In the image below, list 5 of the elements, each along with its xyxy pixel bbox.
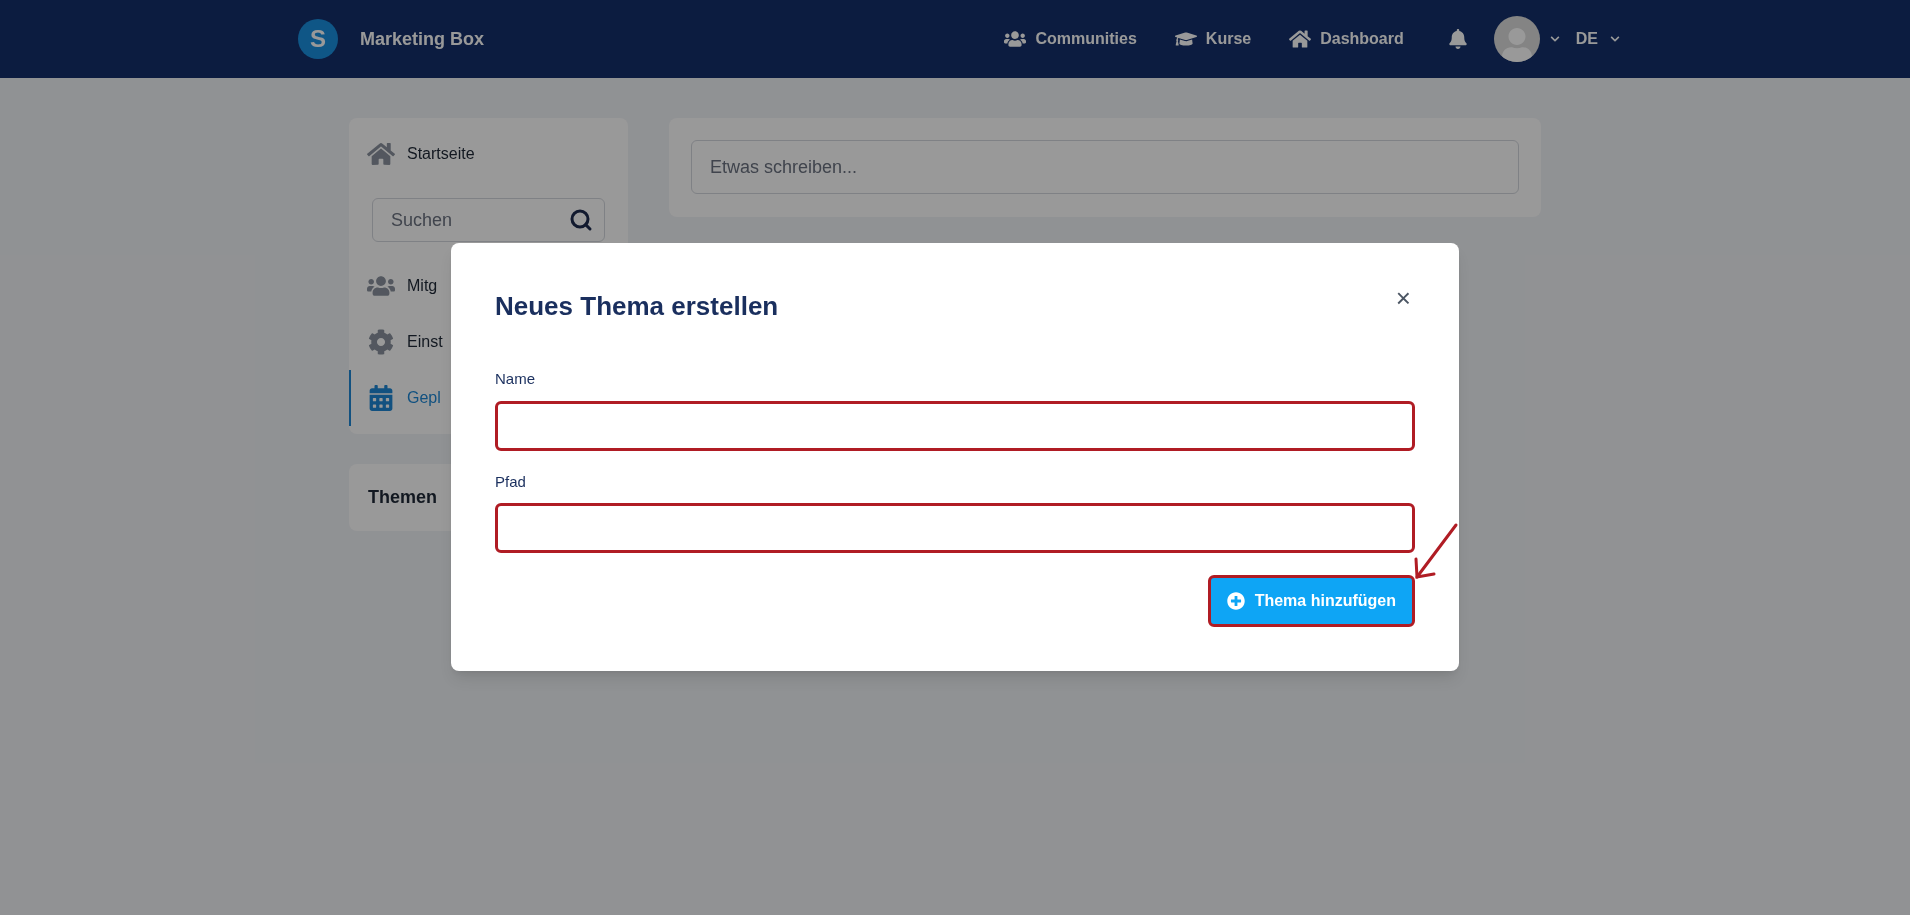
brand-name: Marketing Box xyxy=(360,27,485,51)
dialog-title: Neues Thema erstellen xyxy=(495,290,779,323)
field-label: Pfad xyxy=(495,471,527,492)
topics-title: Themen xyxy=(368,486,437,509)
field-label: Name xyxy=(495,369,536,389)
